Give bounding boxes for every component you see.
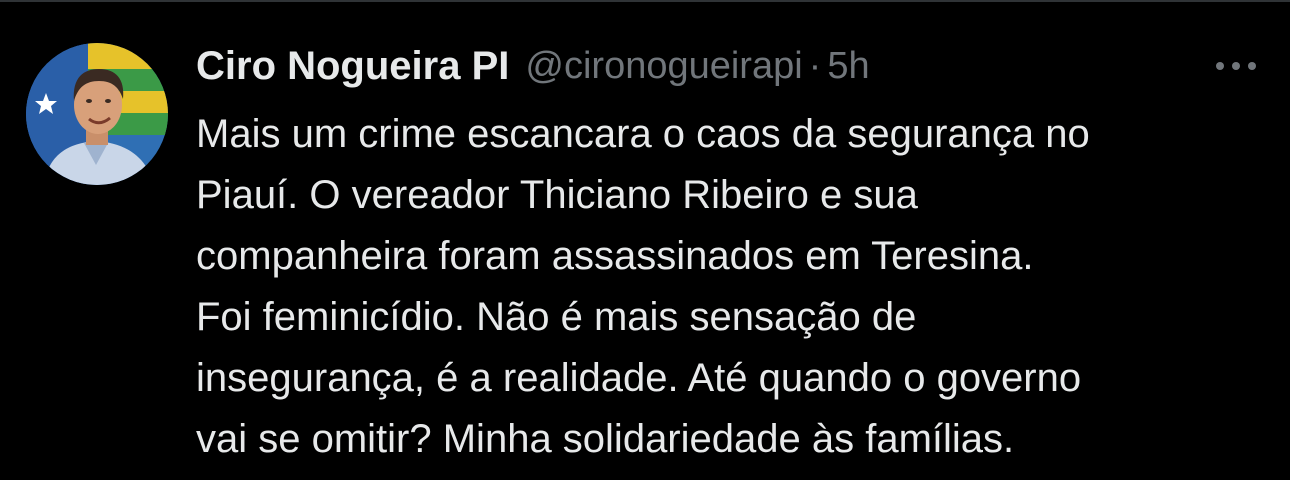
tweet[interactable]: Ciro Nogueira PI @cironogueirapi · 5h Ma…: [0, 0, 1290, 480]
tweet-text-line: Foi feminicídio. Não é mais sensação de: [196, 295, 917, 339]
tweet-text-line: Piauí. O vereador Thiciano Ribeiro e sua: [196, 173, 918, 217]
more-options-button[interactable]: [1208, 48, 1264, 84]
avatar-image: [26, 43, 168, 185]
author-display-name[interactable]: Ciro Nogueira PI: [196, 44, 509, 89]
tweet-text-line: companheira foram assassinados em Teresi…: [196, 234, 1034, 278]
separator-dot: ·: [808, 44, 822, 87]
tweet-text-line: vai se omitir? Minha solidariedade às fa…: [196, 417, 1015, 461]
tweet-text-line: Mais um crime escancara o caos da segura…: [196, 112, 1090, 156]
timestamp[interactable]: 5h: [827, 45, 869, 88]
avatar[interactable]: [26, 43, 168, 185]
more-horizontal-icon: [1216, 62, 1256, 70]
tweet-text: Mais um crime escancara o caos da segura…: [196, 104, 1276, 470]
tweet-header: Ciro Nogueira PI @cironogueirapi · 5h: [196, 40, 870, 92]
author-handle[interactable]: @cironogueirapi: [525, 45, 802, 88]
tweet-text-line: insegurança, é a realidade. Até quando o…: [196, 356, 1082, 400]
